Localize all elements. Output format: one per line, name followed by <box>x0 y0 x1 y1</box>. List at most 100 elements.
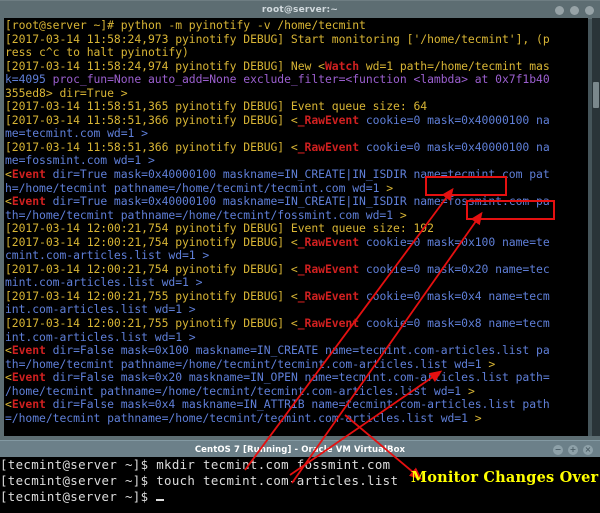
terminal-span: [2017-03-14 12:00:21,754 pyinotify DEBUG… <box>5 261 298 276</box>
terminal-span: _RawEvent <box>297 288 360 303</box>
terminal-span: > <box>467 383 475 398</box>
terminal-span: me=tecmint.com wd=1 > <box>5 126 148 141</box>
terminal-span: Event <box>11 397 46 412</box>
terminal-line: [2017-03-14 12:00:21,755 pyinotify DEBUG… <box>5 316 588 331</box>
ssh-terminal-window: root@server:~ [root@server ~]# python -m… <box>0 0 600 440</box>
terminal-span: _RawEvent <box>297 139 360 154</box>
terminal-span: [2017-03-14 11:58:24,974 pyinotify DEBUG… <box>5 58 325 73</box>
terminal-cursor <box>156 499 165 502</box>
vm-terminal-output[interactable]: [tecmint@server ~]$ mkdir tecmint.com fo… <box>0 457 600 513</box>
terminal-span: > <box>488 356 496 371</box>
terminal-span: =/home/tecmint pathname=/home/tecmint/te… <box>5 410 475 425</box>
ssh-window-title: root@server:~ <box>261 5 339 15</box>
terminal-line: me=fossmint.com wd=1 > <box>5 154 588 168</box>
vm-terminal-line: [tecmint@server ~]$ touch tecmint.com-ar… <box>0 473 399 489</box>
terminal-line: <Event dir=False mask=0x20 maskname=IN_O… <box>5 370 588 385</box>
close-icon[interactable]: × <box>583 444 593 455</box>
terminal-span: dir=False mask=0x20 maskname=IN_OPEN nam… <box>45 370 550 385</box>
maximize-icon[interactable]: + <box>568 444 578 455</box>
terminal-span: [2017-03-14 12:00:21,754 pyinotify DEBUG… <box>5 221 434 236</box>
terminal-span: Event <box>11 194 46 209</box>
terminal-line: =/home/tecmint pathname=/home/tecmint/te… <box>5 410 588 426</box>
terminal-span: cookie=0 mask=0x20 name=tec <box>359 261 550 276</box>
minimize-icon[interactable]: − <box>553 444 563 455</box>
terminal-span: [2017-03-14 11:58:51,366 pyinotify DEBUG… <box>5 139 298 154</box>
terminal-span: proc_fun=None auto_add=None exclude_filt… <box>52 72 550 87</box>
terminal-span: cookie=0 mask=0x100 name=te <box>359 234 550 249</box>
virtualbox-window-buttons: − + × <box>553 441 593 458</box>
terminal-line: [2017-03-14 11:58:24,974 pyinotify DEBUG… <box>5 58 588 74</box>
terminal-span: ress c^c to halt pyinotify) <box>5 45 189 60</box>
ssh-window-buttons <box>555 1 594 19</box>
terminal-span: dir=True mask=0x40000100 maskname=IN_CRE… <box>45 194 550 209</box>
terminal-span: dir=False mask=0x100 maskname=IN_CREATE … <box>45 343 550 358</box>
terminal-line: /home/tecmint pathname=/home/tecmint/tec… <box>5 383 588 399</box>
terminal-span: wd=1 path=/home/tecmint mas <box>359 58 550 73</box>
vm-terminal-line: [tecmint@server ~]$ mkdir tecmint.com fo… <box>0 457 391 472</box>
terminal-span: > <box>474 410 482 425</box>
terminal-span: Event <box>11 370 46 385</box>
terminal-span: < <box>5 167 12 182</box>
terminal-line: k=4095 proc_fun=None auto_add=None exclu… <box>5 72 588 87</box>
terminal-span: int.com-articles.list wd=1 > <box>5 302 196 317</box>
terminal-line: th=/home/tecmint pathname=/home/tecmint/… <box>5 207 588 223</box>
terminal-span: [2017-03-14 11:58:51,365 pyinotify DEBUG… <box>5 99 428 114</box>
terminal-span: _RawEvent <box>297 112 360 127</box>
close-dot-icon[interactable] <box>585 5 594 15</box>
terminal-span: [2017-03-14 12:00:21,755 pyinotify DEBUG… <box>5 316 298 331</box>
minimize-dot-icon[interactable] <box>555 5 564 15</box>
screenshot-root: root@server:~ [root@server ~]# python -m… <box>0 0 600 513</box>
maximize-dot-icon[interactable] <box>570 5 579 15</box>
virtualbox-titlebar[interactable]: CentOS 7 [Running] - Oracle VM VirtualBo… <box>0 440 600 458</box>
terminal-span: Event <box>11 167 46 182</box>
terminal-line: int.com-articles.list wd=1 > <box>5 329 588 345</box>
terminal-span: /home/tecmint pathname=/home/tecmint/tec… <box>5 383 468 398</box>
terminal-span: dir=False mask=0x4 maskname=IN_ATTRIB na… <box>45 397 550 412</box>
terminal-span: [2017-03-14 12:00:21,754 pyinotify DEBUG… <box>5 234 298 249</box>
terminal-line: [2017-03-14 11:58:51,366 pyinotify DEBUG… <box>5 139 588 155</box>
terminal-span: [root@server ~]# python -m pyinotify -v … <box>5 18 366 32</box>
terminal-span: int.com-articles.list wd=1 > <box>5 329 196 344</box>
terminal-line: [2017-03-14 11:58:51,366 pyinotify DEBUG… <box>5 112 588 128</box>
terminal-line: [root@server ~]# python -m pyinotify -v … <box>5 18 588 33</box>
terminal-span: mint.com-articles.list wd=1 > <box>5 275 203 290</box>
terminal-span: me=fossmint.com wd=1 > <box>5 153 155 168</box>
terminal-line: [2017-03-14 11:58:51,365 pyinotify DEBUG… <box>5 100 588 114</box>
terminal-line: [2017-03-14 12:00:21,754 pyinotify DEBUG… <box>5 261 588 277</box>
terminal-span: [2017-03-14 11:58:24,973 pyinotify DEBUG… <box>5 31 550 46</box>
ssh-terminal-lines: [root@server ~]# python -m pyinotify -v … <box>4 18 588 425</box>
terminal-scrollbar-thumb[interactable] <box>593 82 599 108</box>
virtualbox-window: CentOS 7 [Running] - Oracle VM VirtualBo… <box>0 440 600 513</box>
terminal-line: <Event dir=True mask=0x40000100 maskname… <box>5 167 588 182</box>
ssh-window-titlebar[interactable]: root@server:~ <box>0 0 600 19</box>
terminal-span: < <box>5 397 12 412</box>
vm-terminal-line: [tecmint@server ~]$ <box>0 489 600 505</box>
terminal-span: 355ed8> dir=True > <box>5 85 128 100</box>
virtualbox-title: CentOS 7 [Running] - Oracle VM VirtualBo… <box>194 444 406 455</box>
terminal-line: int.com-articles.list wd=1 > <box>5 303 588 317</box>
terminal-span: cookie=0 mask=0x40000100 na <box>359 139 550 154</box>
terminal-span: h=/home/tecmint pathname=/home/tecmint/t… <box>5 180 387 195</box>
terminal-span: cookie=0 mask=0x4 name=tecm <box>359 288 550 303</box>
terminal-span: dir=True mask=0x40000100 maskname=IN_CRE… <box>45 167 550 182</box>
vm-terminal-lines: [tecmint@server ~]$ mkdir tecmint.com fo… <box>0 457 600 506</box>
terminal-line: [2017-03-14 12:00:21,754 pyinotify DEBUG… <box>5 234 588 250</box>
terminal-span: th=/home/tecmint pathname=/home/tecmint/… <box>5 207 400 222</box>
terminal-span: Event <box>11 343 46 358</box>
terminal-span: _RawEvent <box>297 261 360 276</box>
terminal-line: 355ed8> dir=True > <box>5 85 588 101</box>
terminal-span: _RawEvent <box>297 234 360 249</box>
terminal-span: < <box>5 194 12 209</box>
terminal-scrollbar[interactable] <box>592 18 600 436</box>
terminal-span: [2017-03-14 11:58:51,366 pyinotify DEBUG… <box>5 112 298 127</box>
terminal-line: ress c^c to halt pyinotify) <box>5 45 588 60</box>
ssh-terminal-output[interactable]: [root@server ~]# python -m pyinotify -v … <box>4 18 588 436</box>
terminal-span: [2017-03-14 12:00:21,755 pyinotify DEBUG… <box>5 288 298 303</box>
terminal-span: < <box>5 343 12 358</box>
terminal-line: [2017-03-14 11:58:24,973 pyinotify DEBUG… <box>5 31 588 47</box>
terminal-span: cmint.com-articles.list wd=1 > <box>5 248 210 263</box>
terminal-line: <Event dir=False mask=0x100 maskname=IN_… <box>5 343 588 358</box>
terminal-line: th=/home/tecmint pathname=/home/tecmint/… <box>5 356 588 372</box>
terminal-span: > <box>399 207 407 222</box>
terminal-span: Watch <box>324 58 360 73</box>
